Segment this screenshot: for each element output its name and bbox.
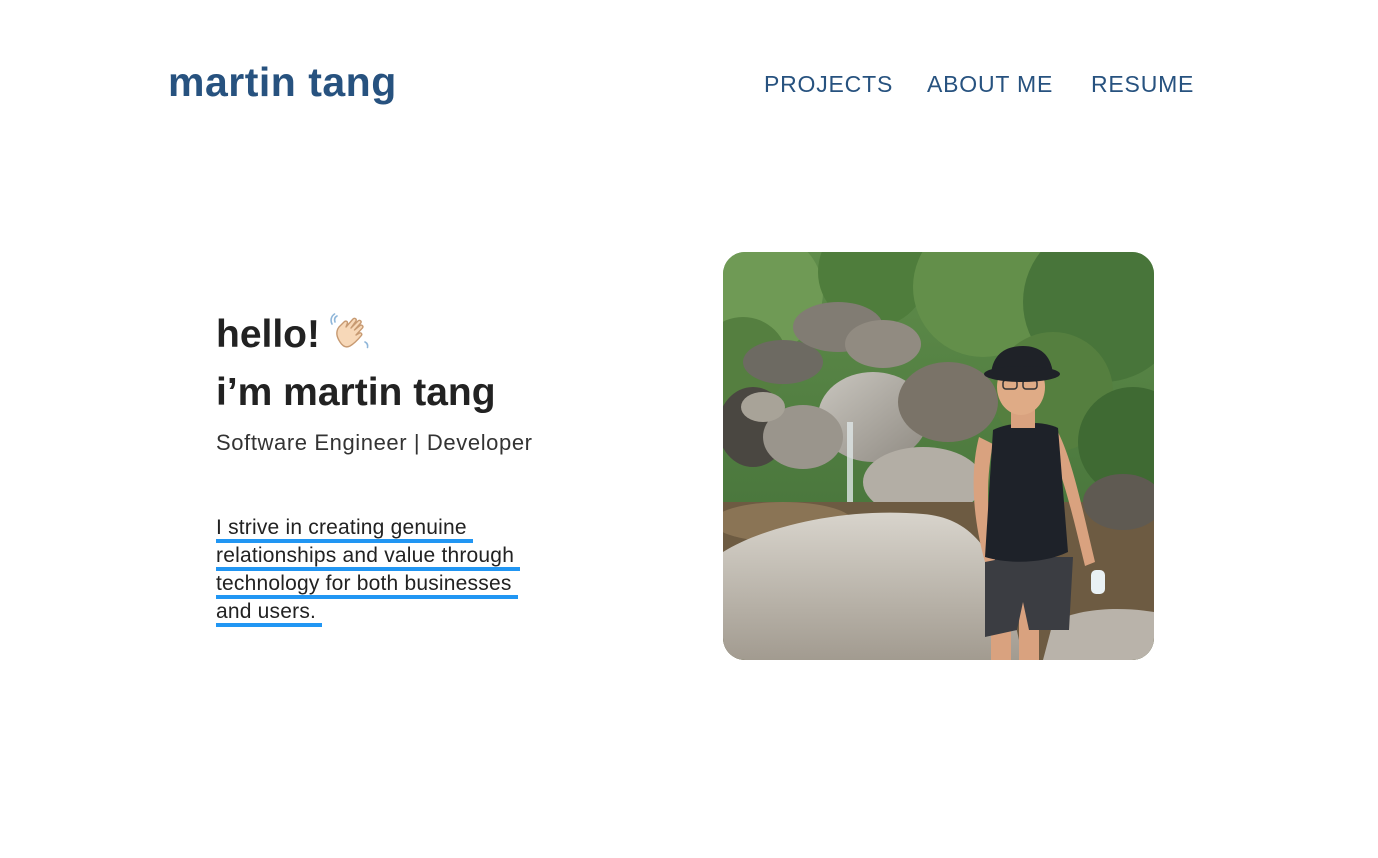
name-heading: i’m martin tang [216, 371, 496, 414]
page: martin tang PROJECTS ABOUT ME RESUME hel… [0, 0, 1378, 858]
tagline-line-text: technology for both businesses [216, 571, 518, 599]
tagline-line: technology for both businesses [216, 570, 616, 599]
waving-hand-icon [330, 312, 372, 354]
tagline-line-text: relationships and value through [216, 543, 521, 571]
tagline-line: I strive in creating genuine [216, 514, 616, 543]
greeting-text: hello! [216, 313, 320, 356]
tagline-line-text: I strive in creating genuine [216, 515, 473, 543]
tagline-line: and users. [216, 598, 616, 627]
nav-about-link[interactable]: ABOUT ME [927, 68, 1053, 100]
greeting-heading: hello! [216, 308, 372, 362]
tagline: I strive in creating genuine relationshi… [216, 514, 616, 627]
profile-photo [723, 252, 1154, 660]
main-nav: PROJECTS ABOUT ME RESUME [0, 68, 1378, 100]
nav-projects-link[interactable]: PROJECTS [764, 68, 893, 100]
nav-resume-link[interactable]: RESUME [1091, 68, 1194, 100]
tagline-line-text: and users. [216, 599, 323, 627]
tagline-line: relationships and value through [216, 542, 616, 571]
role-subtitle: Software Engineer | Developer [216, 430, 533, 455]
